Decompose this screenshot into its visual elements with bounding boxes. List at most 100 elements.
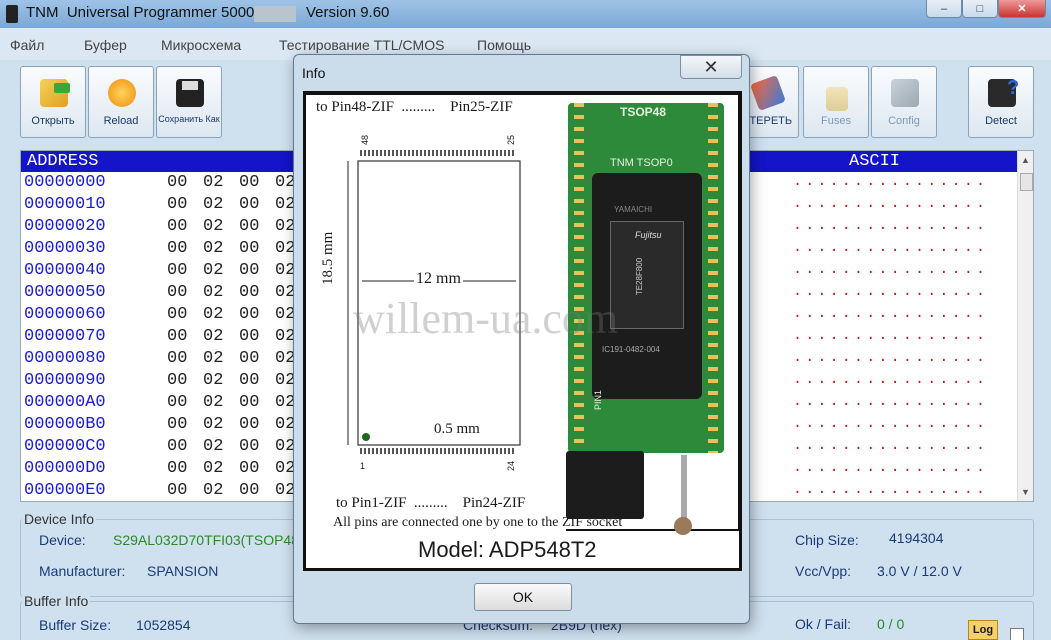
menu-file[interactable]: Файл <box>10 37 44 53</box>
window-titlebar: TNM Universal Programmer 5000 Version 9.… <box>0 0 1051 28</box>
hex-byte[interactable]: 00 <box>239 481 259 500</box>
zif-lever-base <box>566 451 644 519</box>
hex-byte[interactable]: 02 <box>203 283 223 302</box>
hex-byte[interactable]: 00 <box>239 239 259 258</box>
log-label: Log <box>972 624 994 636</box>
maximize-button[interactable]: □ <box>962 0 998 18</box>
hex-byte[interactable]: 02 <box>203 481 223 500</box>
hex-byte[interactable]: 00 <box>239 195 259 214</box>
hex-byte[interactable]: 00 <box>239 437 259 456</box>
hex-address: 00000080 <box>24 349 106 368</box>
open-button[interactable]: Открыть <box>20 66 86 138</box>
arrow-icon <box>54 83 70 93</box>
hex-byte[interactable]: 00 <box>167 437 187 456</box>
hex-byte[interactable]: 00 <box>239 261 259 280</box>
scroll-up-icon[interactable]: ▲ <box>1021 155 1030 165</box>
device-value: S29AL032D70TFI03(TSOP48) <box>113 532 304 548</box>
hex-byte[interactable]: 00 <box>239 371 259 390</box>
dialog-close-button[interactable]: ✕ <box>680 55 742 79</box>
ok-button[interactable]: OK <box>474 583 572 611</box>
save-as-label: Сохранить Как <box>158 114 220 124</box>
ok-fail-key: Ok / Fail: <box>795 616 852 632</box>
ascii-header: ASCII <box>849 152 901 171</box>
ascii-cells: ................ <box>793 437 989 454</box>
hex-byte[interactable]: 00 <box>167 283 187 302</box>
menu-ttl-cmos-test[interactable]: Тестирование TTL/CMOS <box>279 37 444 53</box>
close-button[interactable]: ✕ <box>998 0 1046 18</box>
right-pin-header <box>708 103 718 453</box>
hex-byte[interactable]: 02 <box>203 393 223 412</box>
hex-byte[interactable]: 00 <box>239 393 259 412</box>
bottom-pin-label: to Pin1-ZIF ......... Pin24-ZIF <box>336 495 526 511</box>
hex-byte[interactable]: 00 <box>167 415 187 434</box>
hex-byte[interactable]: 00 <box>167 239 187 258</box>
hex-byte[interactable]: 00 <box>239 415 259 434</box>
hex-address: 000000C0 <box>24 437 106 456</box>
hex-byte[interactable]: 00 <box>239 305 259 324</box>
detect-button[interactable]: ? Detect <box>968 66 1034 138</box>
hex-byte[interactable]: 02 <box>203 173 223 192</box>
hex-byte[interactable]: 02 <box>203 261 223 280</box>
ascii-cells: ................ <box>793 393 989 410</box>
hex-byte[interactable]: 02 <box>203 195 223 214</box>
config-button[interactable]: Config <box>871 66 937 138</box>
hex-scrollbar[interactable]: ▲ ▼ <box>1017 151 1033 501</box>
hex-byte[interactable]: 00 <box>239 349 259 368</box>
hex-byte[interactable]: 00 <box>239 217 259 236</box>
ascii-cells: ................ <box>793 415 989 432</box>
scroll-thumb[interactable] <box>1020 173 1033 191</box>
hex-byte[interactable]: 00 <box>167 327 187 346</box>
buffer-info-label: Buffer Info <box>22 593 91 609</box>
menu-chip[interactable]: Микросхема <box>161 37 241 53</box>
hex-byte[interactable]: 02 <box>203 305 223 324</box>
hex-byte[interactable]: 00 <box>239 173 259 192</box>
lock-icon <box>826 87 848 111</box>
hex-byte[interactable]: 00 <box>239 459 259 478</box>
hex-byte[interactable]: 02 <box>203 239 223 258</box>
ascii-cells: ................ <box>793 283 989 300</box>
hex-address: 00000030 <box>24 239 106 258</box>
tsop-chip: Fujitsu TE28F800 <box>610 221 684 329</box>
scroll-down-icon[interactable]: ▼ <box>1021 487 1030 497</box>
hex-byte[interactable]: 00 <box>167 217 187 236</box>
hex-byte[interactable]: 02 <box>203 327 223 346</box>
hex-byte[interactable]: 02 <box>203 371 223 390</box>
log-checkbox[interactable] <box>1010 628 1024 640</box>
menu-help[interactable]: Помощь <box>477 37 531 53</box>
minimize-button[interactable]: ‒ <box>926 0 962 18</box>
save-as-button[interactable]: Сохранить Как <box>156 66 222 138</box>
ascii-cells: ................ <box>793 195 989 212</box>
hex-byte[interactable]: 00 <box>167 305 187 324</box>
hex-byte[interactable]: 00 <box>167 481 187 500</box>
menu-buffer[interactable]: Буфер <box>84 37 127 53</box>
hex-byte[interactable]: 02 <box>203 415 223 434</box>
hex-byte[interactable]: 00 <box>167 371 187 390</box>
reload-icon <box>108 79 136 107</box>
ok-fail-value: 0 / 0 <box>877 616 905 632</box>
log-button[interactable]: Log <box>968 620 998 640</box>
hex-byte[interactable]: 00 <box>167 459 187 478</box>
hex-address: 00000010 <box>24 195 106 214</box>
ascii-cells: ................ <box>793 349 989 366</box>
hex-byte[interactable]: 02 <box>203 217 223 236</box>
zif-lever <box>681 455 687 525</box>
hex-byte[interactable]: 00 <box>239 327 259 346</box>
socket-code: IC191-0482-004 <box>602 345 660 354</box>
fuses-button[interactable]: Fuses <box>803 66 869 138</box>
hex-address: 00000050 <box>24 283 106 302</box>
ascii-cells: ................ <box>793 459 989 476</box>
hex-byte[interactable]: 00 <box>167 173 187 192</box>
hex-byte[interactable]: 02 <box>203 459 223 478</box>
chip-text: TE28F800 <box>635 257 645 296</box>
buffer-size-key: Buffer Size: <box>39 617 112 633</box>
hex-byte[interactable]: 00 <box>167 195 187 214</box>
hex-byte[interactable]: 02 <box>203 349 223 368</box>
hex-byte[interactable]: 00 <box>167 261 187 280</box>
hex-byte[interactable]: 00 <box>239 283 259 302</box>
hex-address: 00000040 <box>24 261 106 280</box>
hex-byte[interactable]: 02 <box>203 437 223 456</box>
reload-button[interactable]: Reload <box>88 66 154 138</box>
hex-byte[interactable]: 00 <box>167 349 187 368</box>
hex-byte[interactable]: 00 <box>167 393 187 412</box>
wrench-icon <box>891 79 919 107</box>
